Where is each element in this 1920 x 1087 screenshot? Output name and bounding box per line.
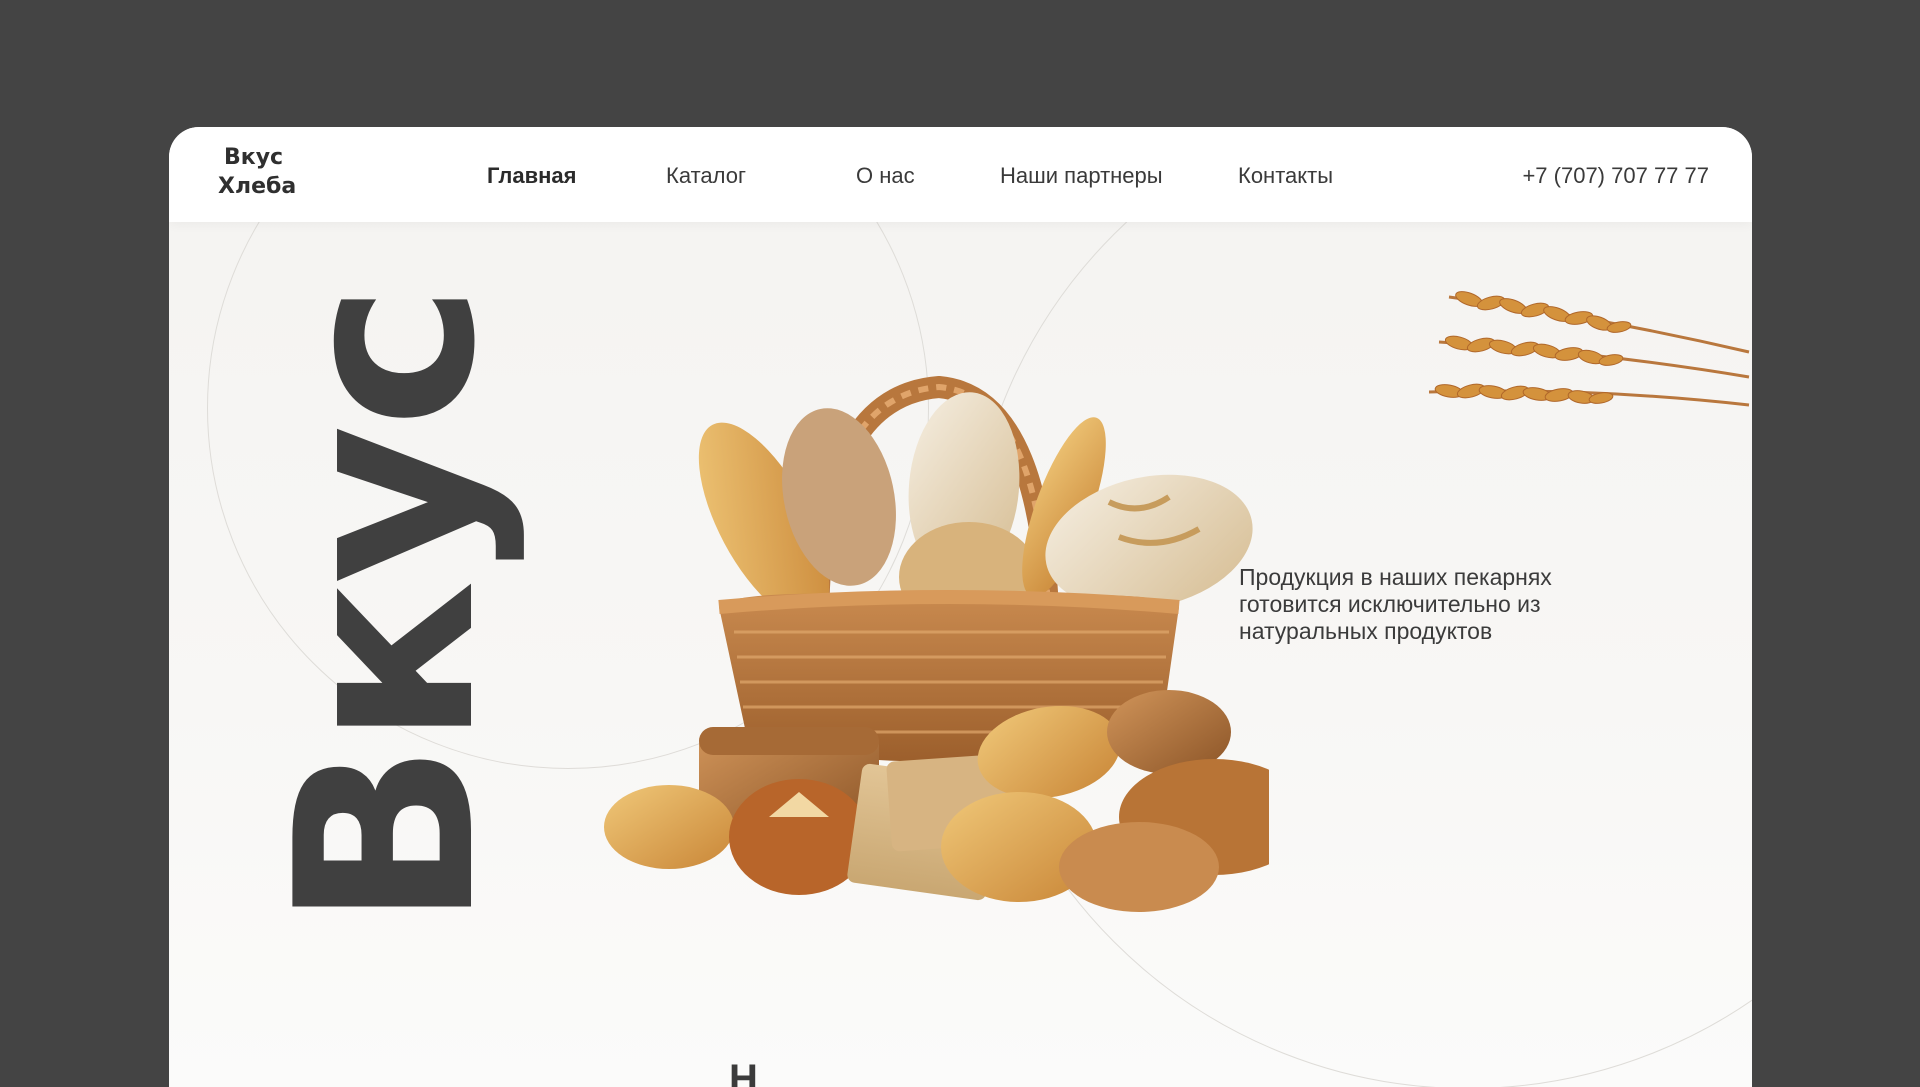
phone-number-link[interactable]: +7 (707) 707 77 77 bbox=[1522, 163, 1709, 189]
next-section-heading: Н bbox=[729, 1057, 758, 1087]
main-nav: Главная Каталог О нас Наши партнеры Конт… bbox=[169, 127, 1752, 222]
nav-item-partners[interactable]: Наши партнеры bbox=[1000, 163, 1163, 189]
nav-item-about[interactable]: О нас bbox=[856, 163, 915, 189]
hero-big-word: Вкус bbox=[244, 287, 529, 929]
nav-item-contacts[interactable]: Контакты bbox=[1238, 163, 1333, 189]
bread-basket-illustration bbox=[604, 375, 1269, 912]
nav-item-home[interactable]: Главная bbox=[487, 163, 576, 189]
site-header: Вкус Хлеба Главная Каталог О нас Наши па… bbox=[169, 127, 1752, 222]
hero-tagline: Продукция в наших пекарнях готовится иск… bbox=[1239, 564, 1552, 644]
wheat-illustration bbox=[1429, 291, 1750, 407]
nav-item-catalog[interactable]: Каталог bbox=[666, 163, 746, 189]
browser-window: Вкус Хлеба Главная Каталог О нас Наши па… bbox=[169, 127, 1752, 1087]
